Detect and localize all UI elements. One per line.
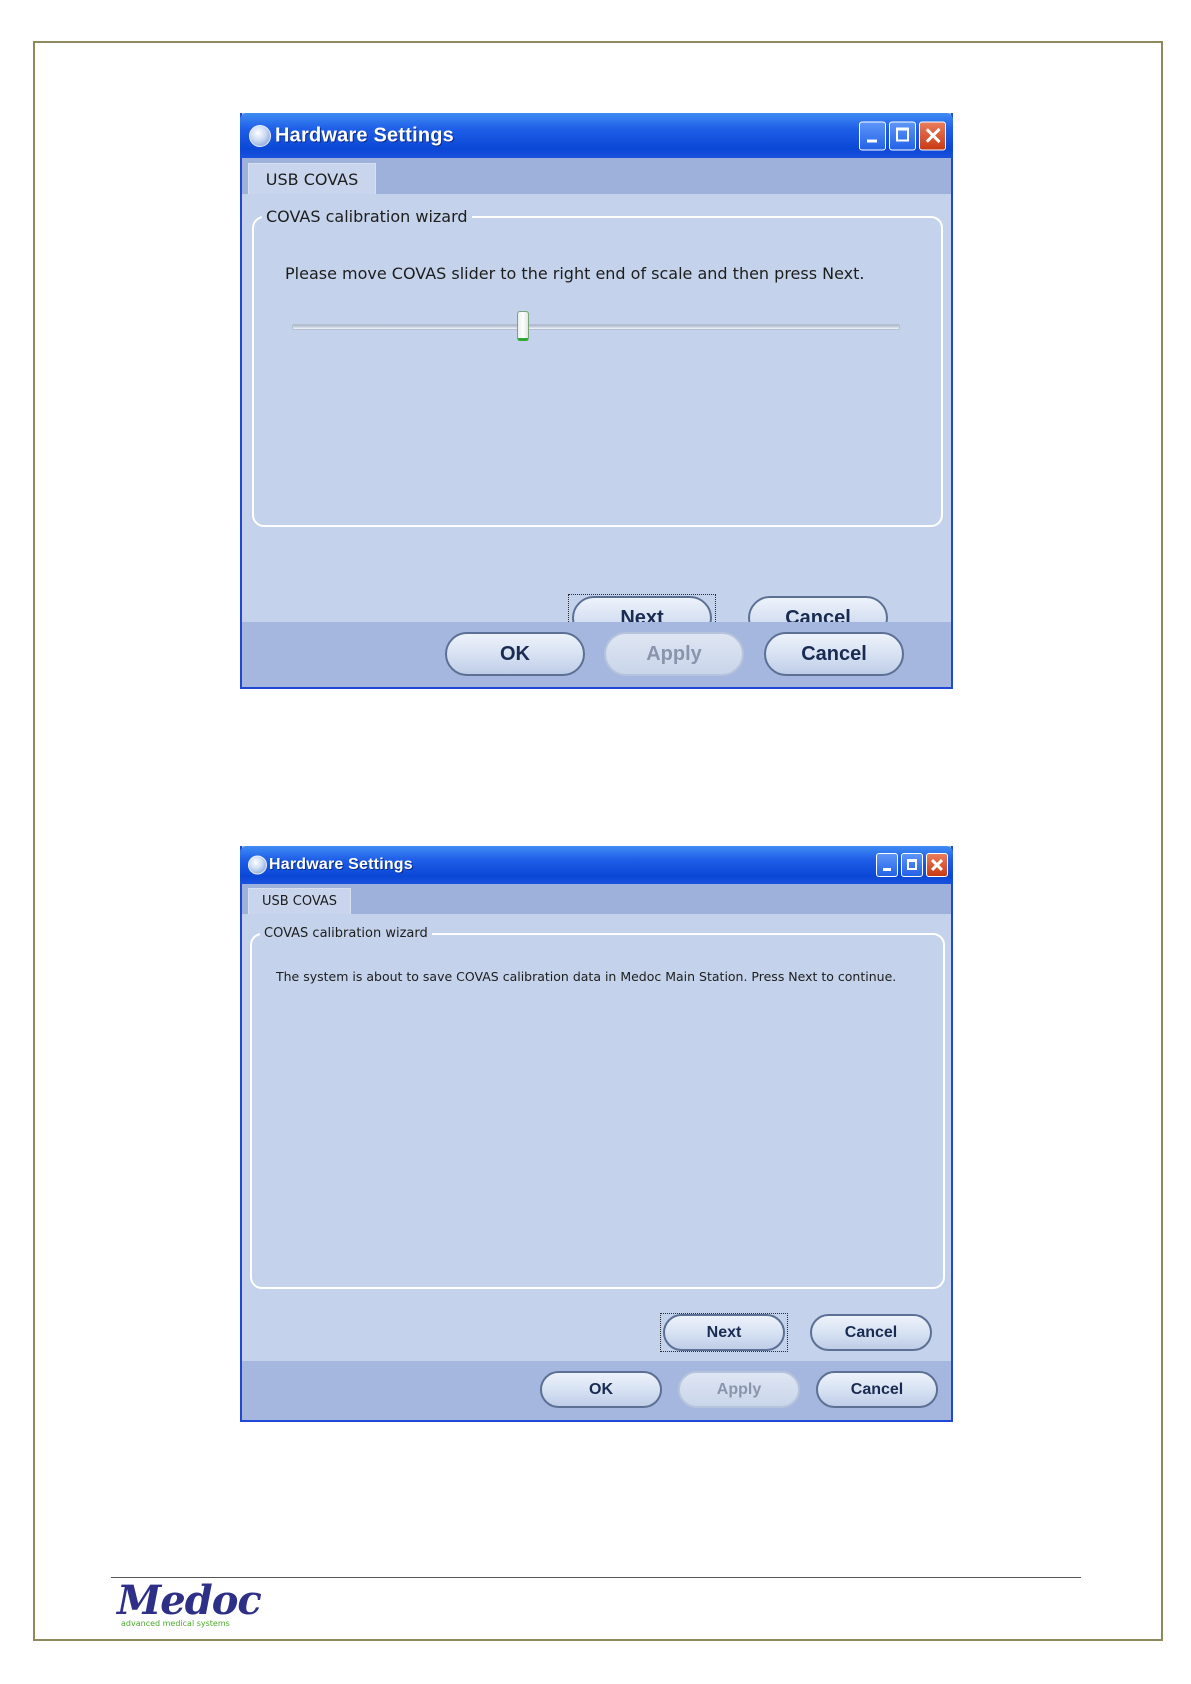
dialog-cancel-button[interactable]: Cancel: [764, 632, 904, 676]
tab-usb-covas[interactable]: USB COVAS: [248, 888, 351, 914]
apply-button: Apply: [604, 632, 744, 676]
tab-strip: USB COVAS: [242, 158, 951, 194]
logo-text: Medoc: [117, 1577, 262, 1624]
medoc-logo: Medoc advanced medical systems: [117, 1577, 277, 1631]
title-bar[interactable]: Hardware Settings: [240, 113, 953, 158]
window-title: Hardware Settings: [269, 856, 413, 873]
window-controls: [859, 121, 946, 150]
group-label: COVAS calibration wizard: [266, 207, 468, 226]
app-icon: [248, 855, 267, 875]
ok-button[interactable]: OK: [540, 1371, 662, 1408]
dialog-cancel-button[interactable]: Cancel: [816, 1371, 938, 1408]
tab-usb-covas[interactable]: USB COVAS: [248, 163, 376, 194]
logo-wordmark: Medoc: [117, 1577, 262, 1624]
close-icon[interactable]: [919, 121, 946, 150]
tab-strip: USB COVAS: [242, 884, 951, 914]
app-icon: [249, 124, 271, 147]
wizard-instruction: The system is about to save COVAS calibr…: [276, 969, 897, 984]
group-label: COVAS calibration wizard: [264, 926, 428, 941]
covas-slider[interactable]: [292, 311, 900, 341]
calibration-wizard-group: COVAS calibration wizard Please move COV…: [252, 207, 943, 527]
dialog-button-bar: OK Apply Cancel: [242, 622, 951, 687]
window-controls: [876, 853, 948, 877]
hardware-settings-window-save: Hardware Settings USB COVAS COVAS calibr…: [240, 846, 953, 1422]
dialog-button-bar: OK Apply Cancel: [242, 1361, 951, 1420]
close-icon[interactable]: [926, 853, 948, 877]
calibration-wizard-group: COVAS calibration wizard The system is a…: [250, 926, 945, 1289]
minimize-icon[interactable]: [859, 121, 886, 150]
title-bar[interactable]: Hardware Settings: [240, 846, 953, 884]
minimize-icon[interactable]: [876, 853, 898, 877]
ok-button[interactable]: OK: [445, 632, 585, 676]
next-button[interactable]: Next: [663, 1314, 785, 1351]
slider-thumb[interactable]: [517, 311, 530, 341]
wizard-instruction: Please move COVAS slider to the right en…: [285, 264, 865, 283]
logo-tagline: advanced medical systems: [121, 1619, 230, 1628]
wizard-cancel-button[interactable]: Cancel: [810, 1314, 932, 1351]
window-title: Hardware Settings: [275, 124, 455, 146]
maximize-icon[interactable]: [889, 121, 916, 150]
maximize-icon[interactable]: [901, 853, 923, 877]
apply-button: Apply: [678, 1371, 800, 1408]
tab-content: COVAS calibration wizard Please move COV…: [242, 194, 951, 640]
hardware-settings-window-slider: Hardware Settings USB COVAS COVAS calibr…: [240, 113, 953, 689]
tab-content: COVAS calibration wizard The system is a…: [242, 914, 951, 1361]
